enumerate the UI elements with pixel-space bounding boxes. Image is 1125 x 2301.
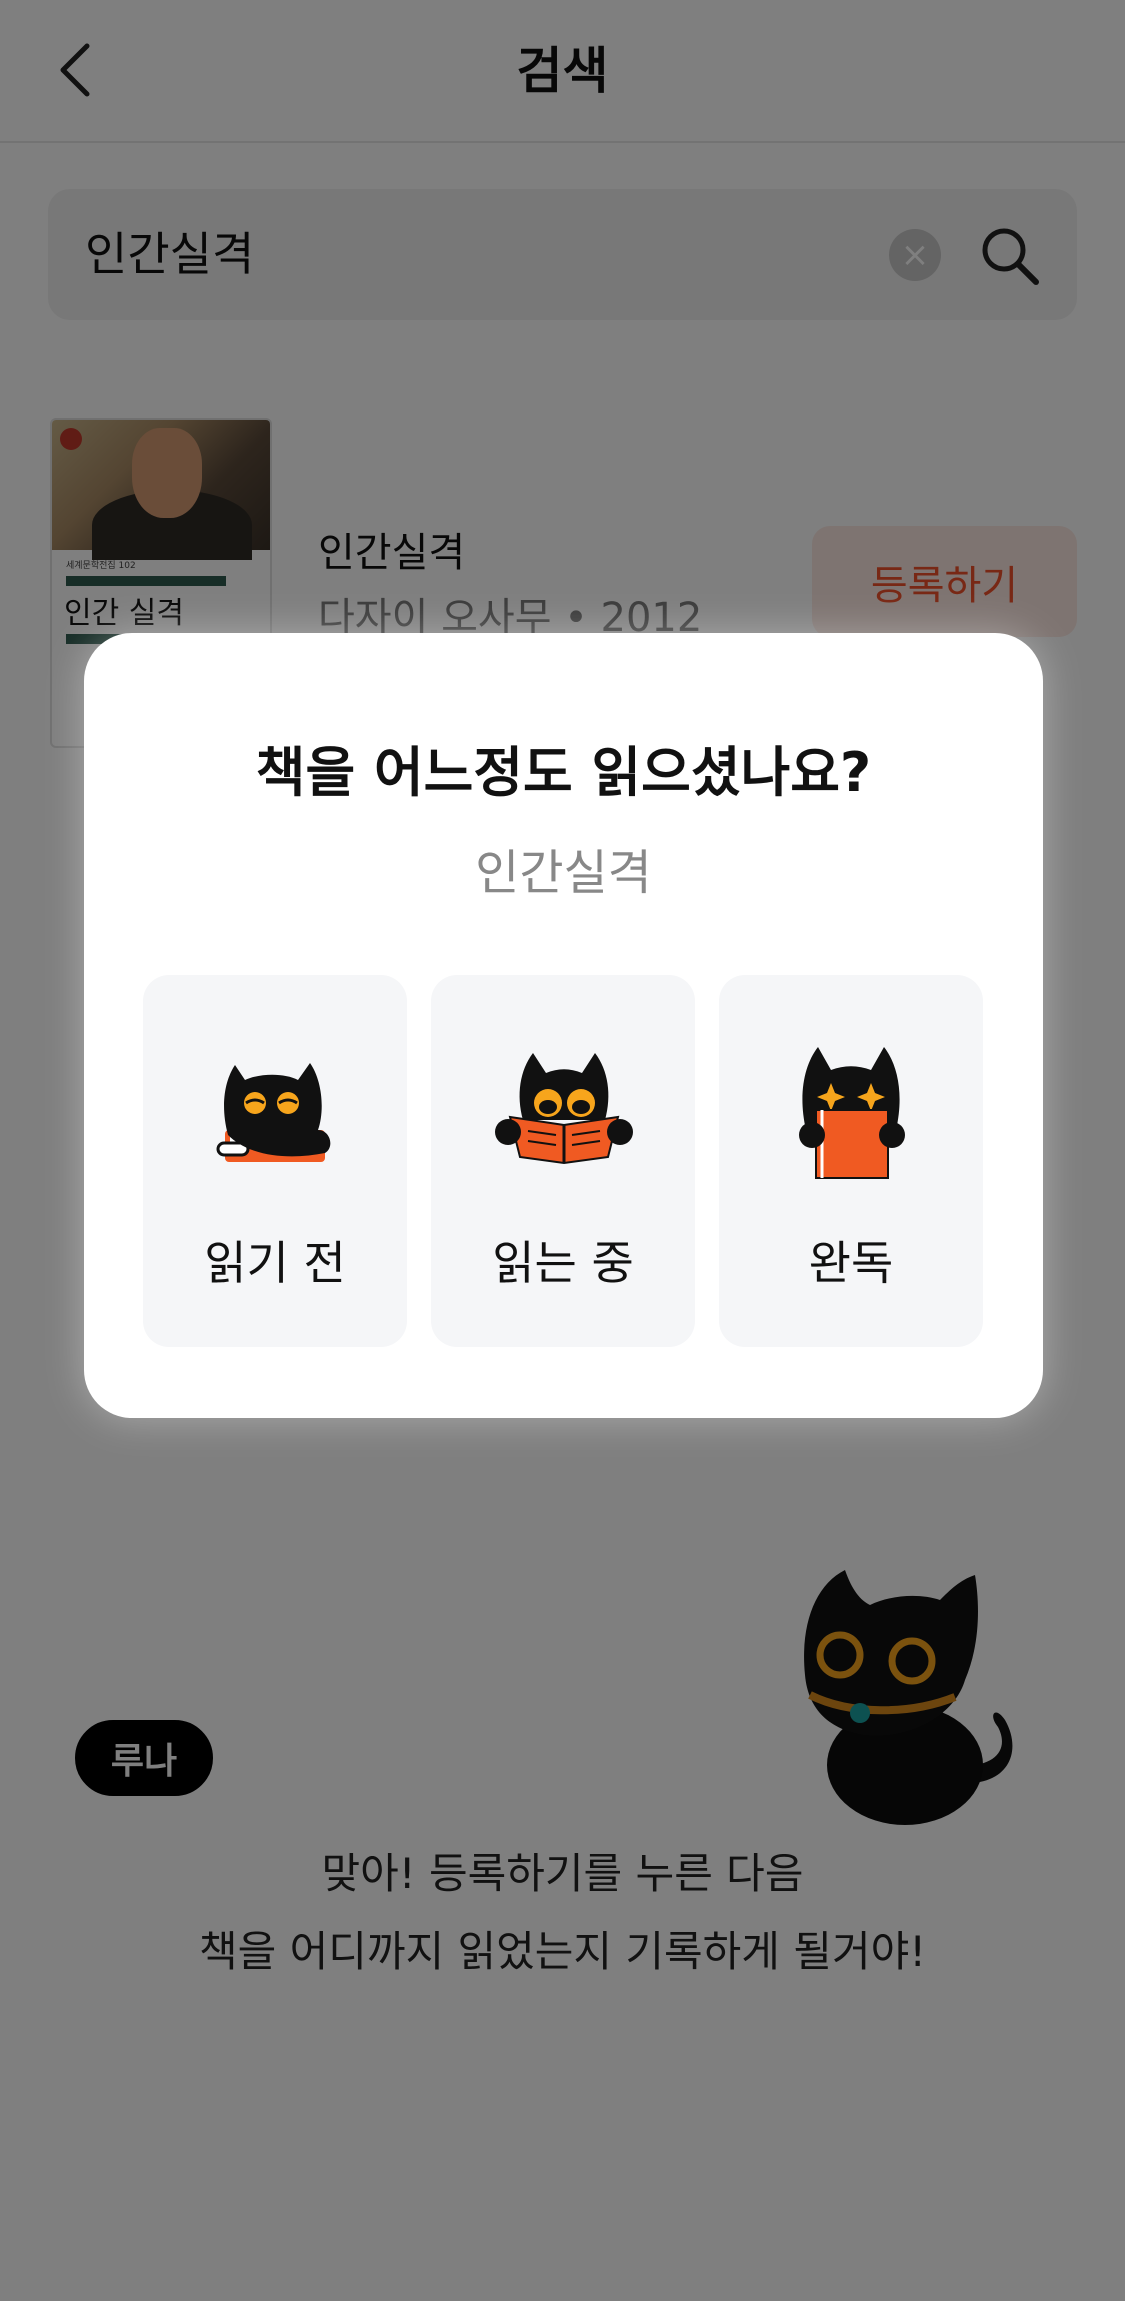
modal-question: 책을 어느정도 읽으셨나요?: [255, 741, 872, 804]
option-label: 읽기 전: [204, 1236, 346, 1290]
cat-sleeping-on-book-icon: [216, 1063, 331, 1162]
reading-status-modal: 책을 어느정도 읽으셨나요? 인간실격 읽기 전 읽는 중 완독: [84, 633, 1043, 1418]
modal-book-title: 인간실격: [475, 845, 652, 901]
option-before-reading[interactable]: 읽기 전: [143, 975, 407, 1347]
option-label: 읽는 중: [492, 1236, 634, 1290]
option-finished[interactable]: 완독: [719, 975, 983, 1347]
cat-holding-closed-book-icon: [799, 1047, 905, 1179]
option-reading[interactable]: 읽는 중: [431, 975, 695, 1347]
cat-reading-open-book-icon: [495, 1053, 633, 1165]
option-label: 완독: [808, 1236, 894, 1290]
